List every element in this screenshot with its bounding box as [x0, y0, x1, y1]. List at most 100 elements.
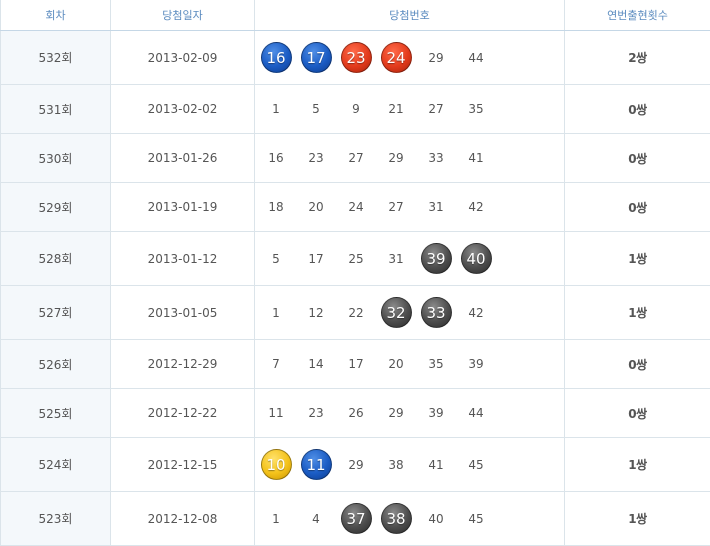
number-slot: 45 [456, 448, 496, 482]
plain-number: 45 [468, 457, 484, 472]
highlighted-number-ball: 38 [380, 503, 412, 534]
number-list: 11 23 26 29 39 44 [255, 396, 564, 430]
number-slot: 40 [456, 242, 496, 276]
number-slot: 38 [376, 448, 416, 482]
number-slot: 39 [456, 347, 496, 381]
number-slot: 5 [256, 242, 296, 276]
header-draw-date: 당첨일자 [110, 0, 255, 31]
highlighted-number-ball: 11 [300, 449, 332, 480]
lotto-history-table: 회차 당첨일자 당첨번호 연번출현횟수 532회 2013-02-09 16 17 23… [0, 0, 710, 546]
table-row: 529회 2013-01-19 18 20 24 27 31 42 0쌍 [0, 182, 710, 232]
winning-numbers-cell: 7 14 17 20 35 39 [254, 339, 565, 389]
number-slot: 18 [256, 190, 296, 224]
number-list: 1 4 37 38 40 45 [255, 502, 564, 536]
plain-number: 42 [468, 200, 484, 214]
round-cell: 525회 [0, 388, 111, 438]
round-cell: 528회 [0, 231, 111, 286]
number-slot: 23 [296, 141, 336, 175]
plain-number: 27 [348, 151, 364, 165]
round-cell: 529회 [0, 182, 111, 232]
table-row: 530회 2013-01-26 16 23 27 29 33 41 0쌍 [0, 133, 710, 183]
number-slot: 1 [256, 502, 296, 536]
round-cell: 523회 [0, 491, 111, 546]
number-slot: 16 [256, 141, 296, 175]
number-slot: 39 [416, 396, 456, 430]
number-slot: 24 [376, 41, 416, 75]
draw-date-cell: 2012-12-22 [110, 388, 255, 438]
plain-number: 23 [308, 151, 324, 165]
plain-number: 29 [428, 50, 444, 65]
highlighted-number-ball: 32 [380, 297, 412, 328]
plain-number: 22 [348, 305, 364, 320]
number-slot: 22 [336, 296, 376, 330]
number-slot: 31 [376, 242, 416, 276]
winning-numbers-cell: 5 17 25 31 39 40 [254, 231, 565, 286]
plain-number: 21 [388, 102, 404, 116]
number-list: 5 17 25 31 39 40 [255, 242, 564, 276]
plain-number: 39 [428, 406, 444, 420]
round-cell: 531회 [0, 84, 111, 134]
highlighted-number-ball: 16 [260, 42, 292, 73]
draw-date-cell: 2013-01-19 [110, 182, 255, 232]
number-slot: 33 [416, 296, 456, 330]
plain-number: 27 [428, 102, 444, 116]
table-row: 525회 2012-12-22 11 23 26 29 39 44 0쌍 [0, 388, 710, 438]
draw-date-cell: 2013-01-26 [110, 133, 255, 183]
number-list: 7 14 17 20 35 39 [255, 347, 564, 381]
plain-number: 17 [308, 251, 324, 266]
number-slot: 31 [416, 190, 456, 224]
number-slot: 44 [456, 396, 496, 430]
number-slot: 20 [296, 190, 336, 224]
number-slot: 23 [336, 41, 376, 75]
plain-number: 33 [428, 151, 444, 165]
highlighted-number-ball: 33 [420, 297, 452, 328]
number-slot: 25 [336, 242, 376, 276]
number-slot: 1 [256, 92, 296, 126]
number-slot: 29 [416, 41, 456, 75]
draw-date-cell: 2013-02-02 [110, 84, 255, 134]
consecutive-count-cell: 2쌍 [564, 30, 710, 85]
number-slot: 27 [336, 141, 376, 175]
highlighted-number-ball: 37 [340, 503, 372, 534]
plain-number: 42 [468, 305, 484, 320]
plain-number: 39 [468, 357, 484, 371]
consecutive-count-cell: 0쌍 [564, 339, 710, 389]
highlighted-number-ball: 39 [420, 243, 452, 274]
number-slot: 14 [296, 347, 336, 381]
number-slot: 44 [456, 41, 496, 75]
number-slot: 10 [256, 448, 296, 482]
plain-number: 26 [348, 406, 364, 420]
number-slot: 24 [336, 190, 376, 224]
plain-number: 9 [352, 102, 360, 116]
plain-number: 27 [388, 200, 404, 214]
plain-number: 35 [468, 102, 484, 116]
consecutive-count-cell: 1쌍 [564, 437, 710, 492]
winning-numbers-cell: 11 23 26 29 39 44 [254, 388, 565, 438]
plain-number: 20 [308, 200, 324, 214]
number-list: 1 5 9 21 27 35 [255, 92, 564, 126]
number-slot: 17 [296, 242, 336, 276]
table-row: 527회 2013-01-05 1 12 22 32 33 42 1쌍 [0, 285, 710, 340]
number-slot: 40 [416, 502, 456, 536]
header-round: 회차 [0, 0, 111, 31]
number-list: 16 17 23 24 29 44 [255, 41, 564, 75]
number-slot: 5 [296, 92, 336, 126]
number-slot: 32 [376, 296, 416, 330]
number-list: 10 11 29 38 41 45 [255, 448, 564, 482]
number-slot: 29 [376, 141, 416, 175]
consecutive-count-cell: 0쌍 [564, 182, 710, 232]
highlighted-number-ball: 23 [340, 42, 372, 73]
consecutive-count-cell: 0쌍 [564, 133, 710, 183]
winning-numbers-cell: 1 12 22 32 33 42 [254, 285, 565, 340]
number-slot: 41 [456, 141, 496, 175]
draw-date-cell: 2012-12-15 [110, 437, 255, 492]
winning-numbers-cell: 1 5 9 21 27 35 [254, 84, 565, 134]
highlighted-number-ball: 10 [260, 449, 292, 480]
plain-number: 23 [308, 406, 324, 420]
table-body: 532회 2013-02-09 16 17 23 24 29 44 2쌍 531회 2013-02-… [0, 30, 710, 546]
round-cell: 527회 [0, 285, 111, 340]
table-row: 532회 2013-02-09 16 17 23 24 29 44 2쌍 [0, 30, 710, 85]
number-slot: 29 [336, 448, 376, 482]
number-slot: 35 [416, 347, 456, 381]
table-row: 531회 2013-02-02 1 5 9 21 27 35 0쌍 [0, 84, 710, 134]
